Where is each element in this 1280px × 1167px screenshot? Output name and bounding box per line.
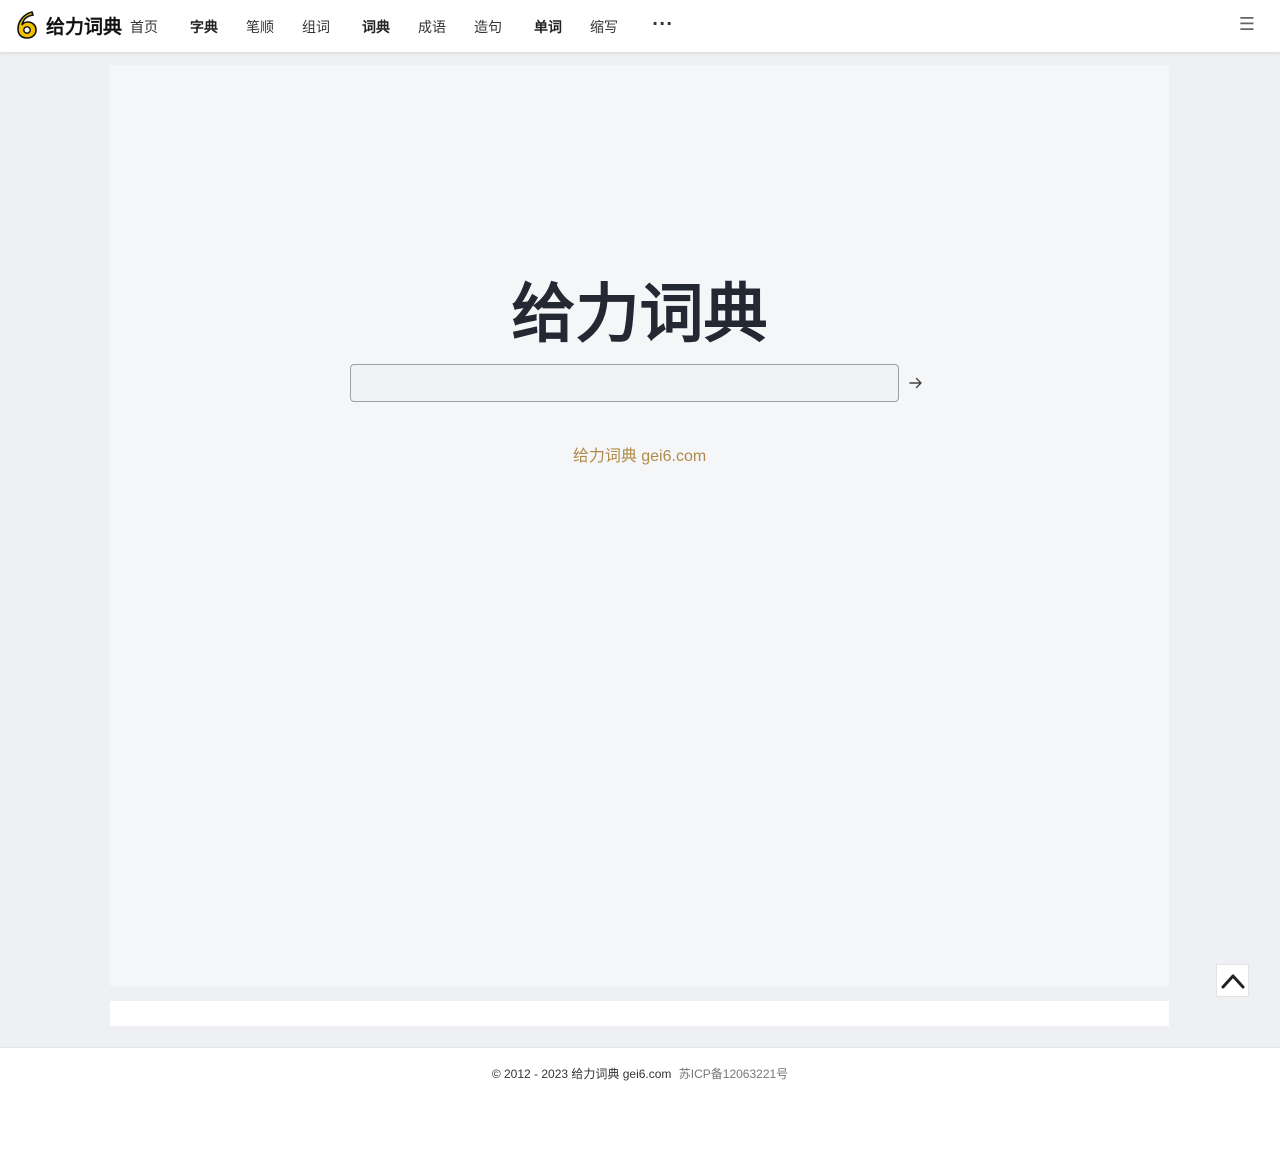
nav-item-home[interactable]: 首页 xyxy=(130,17,158,37)
nav-item-suoxie[interactable]: 缩写 xyxy=(590,17,618,37)
nav-item-zuci[interactable]: 组词 xyxy=(302,17,330,37)
nav-item-cidian[interactable]: 词典 xyxy=(362,17,390,37)
page-title: 给力词典 xyxy=(511,278,768,352)
logo-text: 给力词典 xyxy=(46,15,123,38)
top-header: 给力词典 首页 字典 笔顺 组词 词典 成语 造句 单词 缩写 ··· ☰ xyxy=(0,0,1280,52)
footer-copyright-line: © 2012 - 2023 给力词典 gei6.com 苏ICP备1206322… xyxy=(0,1065,1280,1082)
nav-item-chengyu[interactable]: 成语 xyxy=(418,17,446,37)
icp-link[interactable]: 苏ICP备12063221号 xyxy=(679,1067,788,1081)
site-footer: © 2012 - 2023 给力词典 gei6.com 苏ICP备1206322… xyxy=(0,1047,1280,1167)
nav-item-bishun[interactable]: 笔顺 xyxy=(246,17,274,37)
nav-item-zaoju[interactable]: 造句 xyxy=(474,17,502,37)
nav-item-danci[interactable]: 单词 xyxy=(534,17,562,37)
main-content: 给力词典 给力词典 gei6.com xyxy=(110,65,1169,986)
chevron-up-icon xyxy=(1221,974,1244,988)
search-submit-arrow-icon[interactable] xyxy=(905,371,927,395)
site-logo[interactable]: 给力词典 xyxy=(16,9,122,41)
back-to-top-button[interactable] xyxy=(1216,964,1249,997)
tagline: 给力词典 gei6.com xyxy=(572,448,707,465)
nav-more-button[interactable]: ··· xyxy=(652,14,673,33)
logo-six-icon xyxy=(17,11,37,39)
search-input[interactable] xyxy=(350,364,899,402)
hamburger-menu-icon[interactable]: ☰ xyxy=(1238,14,1256,36)
copyright-text: © 2012 - 2023 给力词典 gei6.com xyxy=(491,1067,672,1081)
nav-item-zidian[interactable]: 字典 xyxy=(190,17,218,37)
content-strip xyxy=(110,1001,1169,1026)
